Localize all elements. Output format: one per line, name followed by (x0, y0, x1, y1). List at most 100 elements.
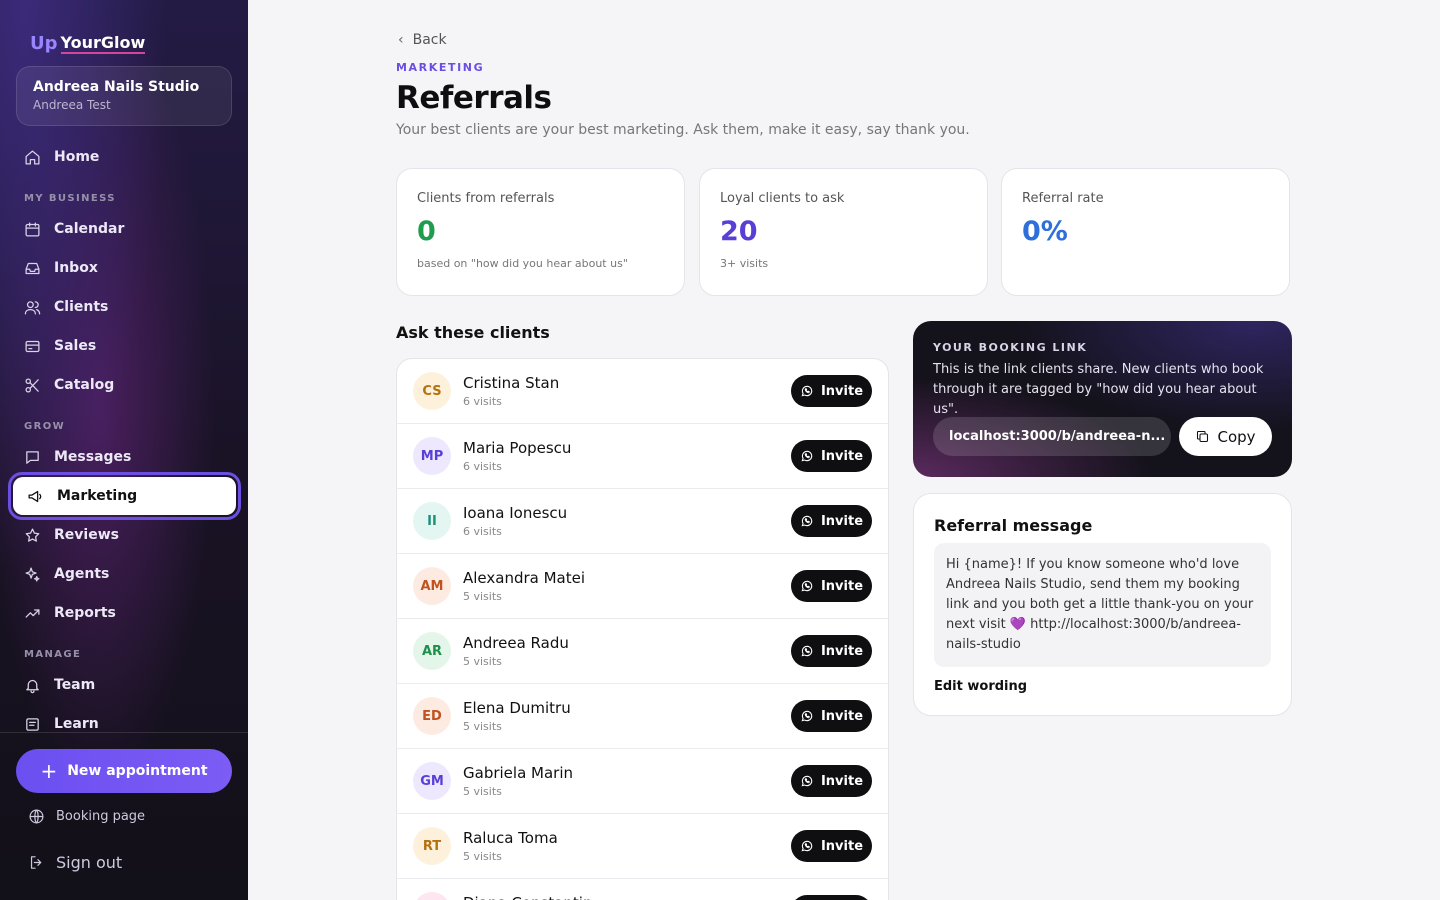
client-name: Cristina Stan (463, 374, 560, 392)
sidebar-item-marketing[interactable]: Marketing (8, 472, 241, 520)
invite-button[interactable]: Invite (791, 635, 872, 667)
client-visits: 5 visits (463, 720, 502, 733)
booking-page-link[interactable]: Booking page (28, 808, 145, 825)
globe-icon (29, 809, 44, 824)
logo-up: Up (30, 33, 58, 54)
sidebar-item-reports[interactable]: Reports (24, 602, 116, 624)
sidebar-item-label: Inbox (54, 260, 98, 276)
client-row: RT Raluca Toma 5 visits Invite (397, 814, 888, 879)
whatsapp-icon (801, 645, 813, 657)
client-name: Elena Dumitru (463, 699, 571, 717)
sidebar-item-home[interactable]: Home (24, 146, 99, 168)
sidebar-item-label: Messages (54, 449, 132, 465)
copy-link-button[interactable]: Copy (1179, 417, 1272, 456)
sidebar-item-catalog[interactable]: Catalog (24, 374, 114, 396)
stat-value: 0% (1022, 216, 1068, 247)
invite-button[interactable]: Invite (791, 505, 872, 537)
invite-button[interactable]: Invite (791, 440, 872, 472)
section-label-grow: GROW (24, 421, 66, 432)
sidebar-item-sales[interactable]: Sales (24, 335, 96, 357)
invite-label: Invite (820, 643, 864, 659)
app-logo[interactable]: Up YourGlow (30, 28, 146, 54)
invite-label: Invite (820, 708, 864, 724)
client-name: Raluca Toma (463, 829, 558, 847)
invite-label: Invite (820, 513, 864, 529)
client-visits: 5 visits (463, 590, 502, 603)
chevron-left-icon: ‹ (398, 32, 404, 48)
studio-switcher[interactable]: Andreea Nails Studio Andreea Test (16, 66, 232, 126)
new-appointment-button[interactable]: + New appointment (16, 749, 232, 793)
client-name: Andreea Radu (463, 634, 569, 652)
sidebar-item-reviews[interactable]: Reviews (24, 524, 119, 546)
client-name: Maria Popescu (463, 439, 572, 457)
sidebar-item-clients[interactable]: Clients (24, 296, 108, 318)
client-name: Ioana Ionescu (463, 504, 568, 522)
edit-wording-button[interactable]: Edit wording (934, 679, 1271, 694)
sidebar-item-calendar[interactable]: Calendar (24, 218, 124, 240)
booking-link-url[interactable]: localhost:3000/b/andreea-n... (933, 417, 1171, 456)
client-name: Diana Constantin (463, 894, 593, 900)
stat-card-loyal-clients: Loyal clients to ask 20 3+ visits (699, 168, 988, 296)
copy-icon (1197, 430, 1209, 443)
section-label-manage: MANAGE (24, 649, 82, 660)
invite-button[interactable]: Invite (791, 765, 872, 797)
invite-button[interactable]: Invite (791, 375, 872, 407)
sign-out-icon (30, 856, 42, 869)
sidebar-item-label: Reports (54, 605, 116, 621)
avatar: DC (413, 892, 451, 900)
invite-button[interactable]: Invite (791, 830, 872, 862)
sidebar-item-inbox[interactable]: Inbox (24, 257, 98, 279)
plus-icon: + (40, 759, 58, 783)
stat-label: Referral rate (1022, 191, 1104, 206)
studio-name: Andreea Nails Studio (33, 79, 200, 95)
stat-note: based on "how did you hear about us" (417, 257, 628, 270)
whatsapp-icon (801, 580, 813, 592)
sidebar-item-team[interactable]: Team (24, 674, 95, 696)
sign-out-button[interactable]: Sign out (28, 853, 122, 872)
copy-label: Copy (1217, 427, 1256, 446)
referral-message-card: Referral message Hi {name}! If you know … (913, 493, 1292, 716)
booking-page-label: Booking page (56, 809, 146, 824)
client-info: Andreea Radu 5 visits (463, 634, 569, 668)
users-icon (24, 300, 41, 315)
invite-button[interactable]: Invite (791, 895, 872, 900)
message-icon (26, 450, 39, 464)
stat-value: 20 (720, 216, 758, 247)
client-info: Cristina Stan 6 visits (463, 374, 559, 408)
client-info: Raluca Toma 5 visits (463, 829, 558, 863)
invite-button[interactable]: Invite (791, 570, 872, 602)
stat-value: 0 (417, 216, 436, 247)
invite-label: Invite (820, 383, 864, 399)
booking-link-eyebrow: YOUR BOOKING LINK (933, 341, 1088, 354)
back-link[interactable]: ‹ Back (398, 32, 447, 48)
client-name: Alexandra Matei (463, 569, 586, 587)
sidebar: Up YourGlow Andreea Nails Studio Andreea… (0, 0, 248, 900)
stat-card-referral-rate: Referral rate 0% (1001, 168, 1290, 296)
invite-label: Invite (820, 448, 864, 464)
page-eyebrow: MARKETING (396, 61, 485, 74)
sidebar-item-marketing-inner: Marketing (13, 477, 236, 515)
sidebar-item-label: Reviews (54, 527, 119, 543)
client-row: II Ioana Ionescu 6 visits Invite (397, 489, 888, 554)
sidebar-item-label: Agents (54, 566, 110, 582)
invite-label: Invite (820, 578, 864, 594)
avatar: GM (413, 762, 451, 800)
sign-out-label: Sign out (56, 853, 123, 872)
sidebar-item-label: Team (54, 677, 96, 693)
logo-name: YourGlow (60, 33, 146, 54)
avatar: II (413, 502, 451, 540)
referral-message-heading: Referral message (934, 516, 1093, 535)
sidebar-item-agents[interactable]: Agents (24, 563, 109, 585)
page-title: Referrals (396, 80, 552, 116)
stat-note: 3+ visits (720, 257, 769, 270)
client-row: ED Elena Dumitru 5 visits Invite (397, 684, 888, 749)
sidebar-item-label: Learn (54, 716, 99, 732)
back-label: Back (412, 32, 447, 48)
invite-button[interactable]: Invite (791, 700, 872, 732)
client-visits: 5 visits (463, 785, 502, 798)
sidebar-item-messages[interactable]: Messages (24, 446, 131, 468)
avatar: CS (413, 372, 451, 410)
invite-label: Invite (820, 838, 864, 854)
inbox-icon (25, 262, 40, 274)
sidebar-item-label: Home (54, 149, 100, 165)
